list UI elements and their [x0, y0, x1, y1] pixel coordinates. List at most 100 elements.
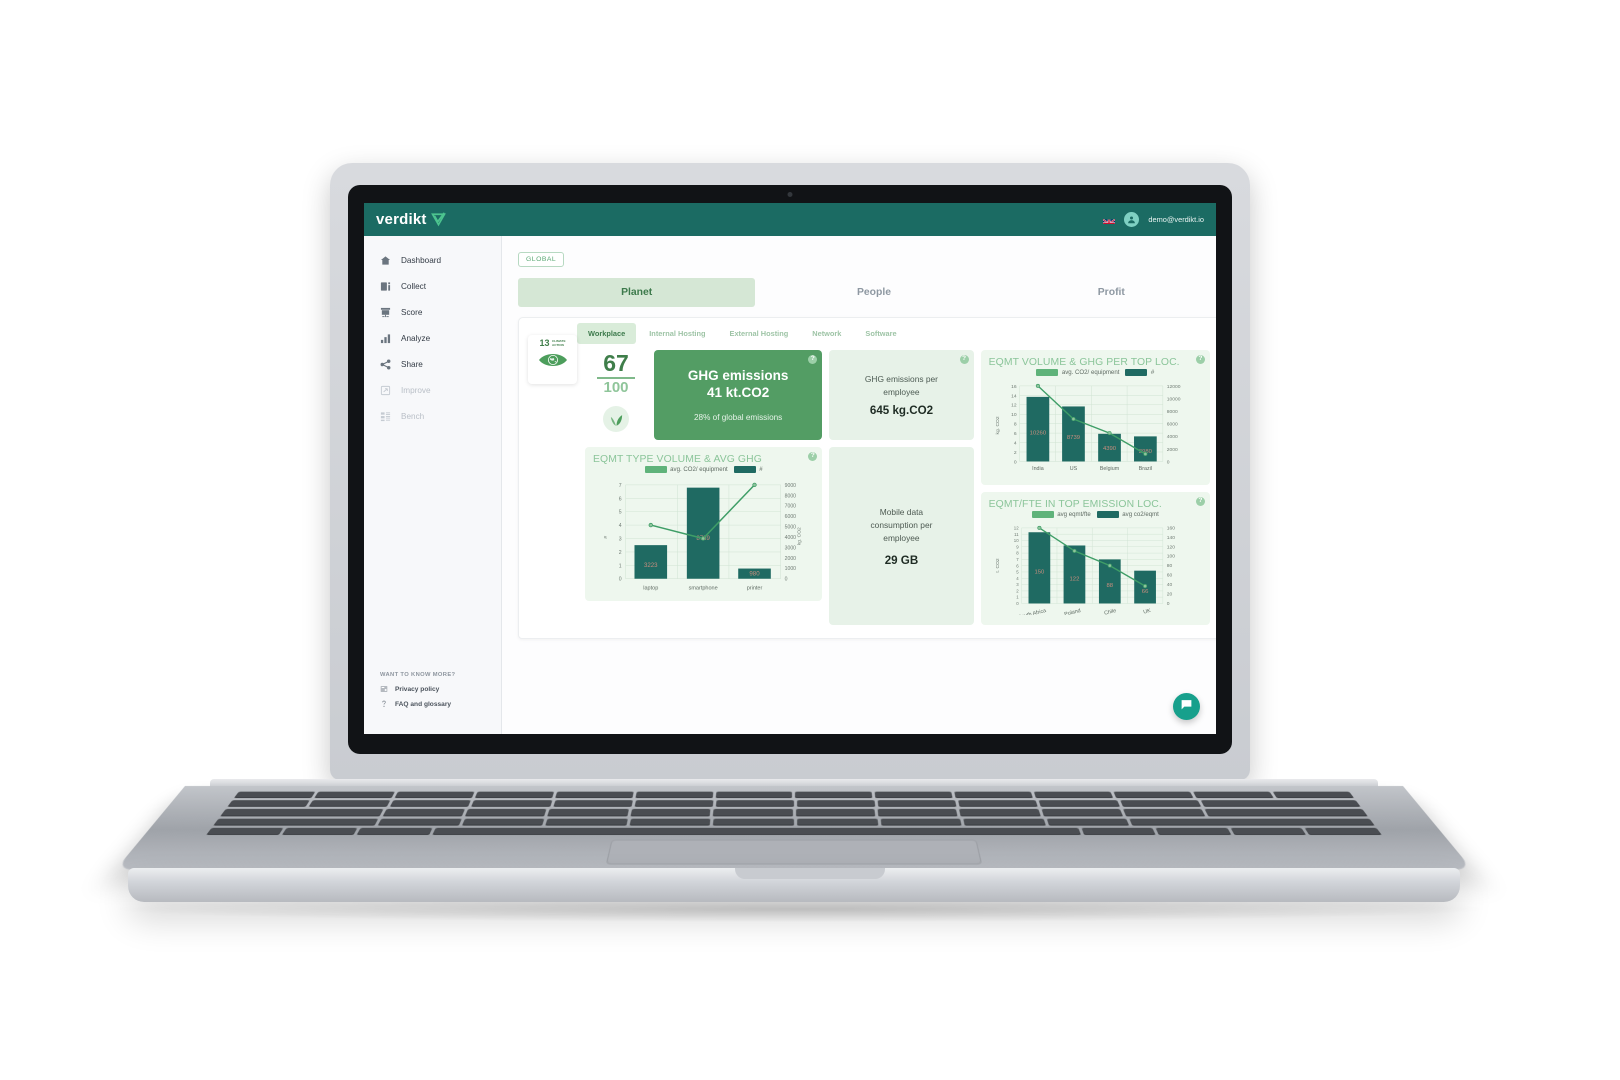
kpi-subtitle: 28% of global emissions — [694, 413, 782, 422]
sidebar-item-label: Share — [401, 360, 423, 369]
sidebar-footer-label: FAQ and glossary — [395, 701, 451, 708]
y-tick-right: 0 — [1166, 460, 1169, 466]
key — [1130, 818, 1375, 825]
key — [1041, 809, 1123, 816]
subtab-network[interactable]: Network — [801, 323, 852, 344]
subtab-workplace[interactable]: Workplace — [577, 323, 636, 344]
trackpad[interactable] — [606, 840, 982, 865]
y-tick: 8 — [1016, 551, 1019, 556]
sidebar-item-bench[interactable]: Bench — [364, 403, 501, 429]
bar-label: 66 — [1141, 589, 1148, 595]
key — [1123, 809, 1205, 816]
y-tick: 6 — [1014, 431, 1017, 437]
user-email[interactable]: demo@verdikt.io — [1148, 215, 1204, 224]
bar-label: 3223 — [644, 562, 658, 569]
y-tick: 0 — [1014, 460, 1017, 466]
improve-icon — [380, 385, 391, 396]
x-tick: laptop — [643, 586, 658, 592]
help-icon[interactable]: ? — [1196, 497, 1205, 506]
sidebar-item-collect[interactable]: Collect — [364, 273, 501, 299]
y-tick: 2 — [1014, 450, 1017, 456]
brand-logo[interactable]: verdikt — [376, 211, 446, 228]
chat-button[interactable] — [1173, 693, 1200, 720]
key — [634, 800, 713, 807]
y-tick-right: 40 — [1166, 582, 1172, 588]
y-tick: 7 — [619, 483, 622, 489]
y-tick: 5 — [1016, 570, 1019, 575]
key — [471, 800, 551, 807]
key — [959, 809, 1040, 816]
key — [314, 792, 395, 799]
key — [1120, 800, 1201, 807]
line-point — [1036, 384, 1039, 387]
sdg-badge[interactable]: 13 CLIMATE ACTION — [528, 335, 577, 384]
tab-people[interactable]: People — [755, 278, 992, 307]
bar-label: 88 — [1106, 583, 1113, 589]
key — [546, 818, 628, 825]
planet-panel: Workplace Internal Hosting External Host… — [518, 317, 1216, 639]
tab-profit[interactable]: Profit — [993, 278, 1216, 307]
chart-legend: avg eqmt/fte avg co2/eqmt — [989, 511, 1202, 518]
avatar[interactable] — [1124, 212, 1139, 227]
key — [462, 818, 545, 825]
y-tick-right: 4000 — [1166, 434, 1177, 440]
legend-label: avg. CO2/ equipment — [670, 466, 728, 473]
help-icon[interactable]: ? — [808, 452, 817, 461]
kpi-title-line2: employee — [883, 386, 919, 399]
sidebar-footer-privacy-policy[interactable]: Privacy policy — [380, 685, 501, 693]
key — [383, 809, 465, 816]
line-point — [1107, 432, 1110, 435]
bar-label: 980 — [749, 570, 760, 577]
key — [394, 792, 474, 799]
y-tick-right: 8000 — [1166, 409, 1177, 415]
y-tick: 9 — [1016, 545, 1019, 550]
sidebar-item-improve[interactable]: Improve — [364, 377, 501, 403]
app-screen: verdikt demo@verdikt.io Dashboard Collec… — [364, 203, 1216, 734]
legend-item: # — [1125, 369, 1154, 376]
y-axis-label: kg. CO2 — [995, 416, 1001, 434]
key-space — [432, 828, 1081, 835]
tab-planet[interactable]: Planet — [518, 278, 755, 307]
sidebar-item-label: Improve — [401, 386, 431, 395]
help-icon[interactable]: ? — [960, 355, 969, 364]
score-value: 67 — [603, 353, 629, 375]
y-tick: 5 — [619, 510, 622, 516]
sidebar-footer-faq[interactable]: FAQ and glossary — [380, 700, 501, 708]
key — [955, 792, 1034, 799]
sidebar-item-share[interactable]: Share — [364, 351, 501, 377]
kpi-value: 645 kg.CO2 — [870, 404, 933, 417]
brand-name: verdikt — [376, 211, 427, 228]
key — [963, 818, 1045, 825]
sidebar-item-label: Collect — [401, 282, 426, 291]
key — [213, 818, 378, 825]
sidebar-item-dashboard[interactable]: Dashboard — [364, 247, 501, 273]
scope-chip-global[interactable]: GLOBAL — [518, 252, 564, 267]
subtab-software[interactable]: Software — [854, 323, 907, 344]
subtab-external-hosting[interactable]: External Hosting — [719, 323, 800, 344]
key — [875, 792, 953, 799]
sidebar: Dashboard Collect Score Analyze Share Im… — [364, 236, 502, 734]
line-point — [1143, 452, 1146, 455]
key — [796, 809, 876, 816]
document-icon — [380, 281, 391, 292]
sidebar-item-analyze[interactable]: Analyze — [364, 325, 501, 351]
laptop-lid: verdikt demo@verdikt.io Dashboard Collec… — [330, 163, 1250, 780]
key — [797, 800, 875, 807]
y-tick-right: 5000 — [785, 525, 797, 531]
uk-flag-icon[interactable] — [1103, 215, 1115, 224]
bar — [1026, 397, 1049, 462]
line-point — [649, 523, 653, 527]
y-tick-right: 7000 — [785, 504, 797, 510]
help-icon[interactable]: ? — [808, 355, 817, 364]
leaf-icon — [603, 406, 629, 432]
subtab-internal-hosting[interactable]: Internal Hosting — [638, 323, 716, 344]
key — [958, 800, 1038, 807]
y-tick: 2 — [619, 550, 622, 556]
sidebar-item-label: Score — [401, 308, 422, 317]
help-icon[interactable]: ? — [1196, 355, 1205, 364]
sidebar-item-score[interactable]: Score — [364, 299, 501, 325]
y-tick-right: 2000 — [1166, 447, 1177, 453]
key — [548, 809, 629, 816]
sdg-number: 13 — [539, 339, 549, 348]
x-tick: Brazil — [1138, 466, 1151, 472]
